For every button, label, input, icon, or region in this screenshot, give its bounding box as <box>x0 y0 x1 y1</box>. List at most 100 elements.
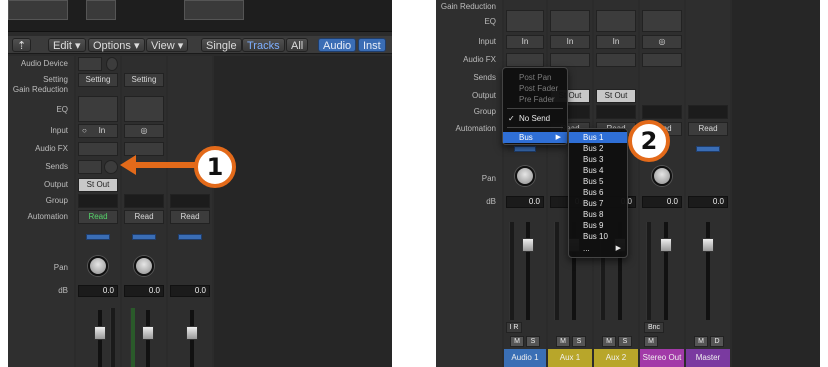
volume-fader-handle[interactable] <box>142 326 154 340</box>
automation-mode[interactable]: Read <box>688 122 728 136</box>
volume-fader-handle[interactable] <box>94 326 106 340</box>
volume-fader-handle[interactable] <box>186 326 198 340</box>
audio-fx-slot[interactable] <box>642 53 682 67</box>
link-icon[interactable] <box>132 234 156 240</box>
audio-device-slot[interactable] <box>78 57 102 71</box>
mute-button[interactable]: M <box>556 336 570 347</box>
audio-filter-button[interactable]: Audio <box>318 38 357 52</box>
inst-filter-button[interactable]: Inst <box>358 38 386 52</box>
all-button[interactable]: All <box>286 38 309 52</box>
view-menu[interactable]: View ▾ <box>146 38 189 52</box>
group-slot[interactable] <box>124 194 164 208</box>
input-slot[interactable]: ○ In <box>78 124 118 138</box>
submenu-arrow-icon: ▶ <box>555 134 561 141</box>
menu-item-no-send[interactable]: ✓ No Send <box>503 113 567 124</box>
automation-mode[interactable]: Read <box>78 210 118 224</box>
eq-display[interactable] <box>642 10 682 32</box>
input-slot[interactable]: In <box>596 35 636 49</box>
link-icon[interactable] <box>178 234 202 240</box>
tracks-button[interactable]: Tracks <box>242 38 285 52</box>
edit-menu[interactable]: Edit ▾ <box>48 38 86 52</box>
track-name[interactable]: Aux 1 <box>548 349 592 367</box>
setting-button[interactable]: Setting <box>78 73 118 87</box>
volume-fader-track <box>526 222 530 320</box>
menu-item-pre-fader[interactable]: Pre Fader <box>503 94 567 105</box>
input-slot[interactable]: In <box>550 35 590 49</box>
menu-item-bus-9[interactable]: Bus 9 <box>569 220 627 231</box>
audio-fx-slot[interactable] <box>506 53 544 67</box>
menu-item-bus-1[interactable]: Bus 1 <box>569 132 627 143</box>
label-pan: Pan <box>53 263 68 272</box>
track-name[interactable]: Stereo Out <box>640 349 684 367</box>
eq-display[interactable] <box>550 10 590 32</box>
menu-item-bus-6[interactable]: Bus 6 <box>569 187 627 198</box>
track-name[interactable]: Master <box>686 349 730 367</box>
input-slot[interactable]: ◎ <box>124 124 164 138</box>
group-slot[interactable] <box>170 194 210 208</box>
single-button[interactable]: Single <box>201 38 242 52</box>
dim-button[interactable]: D <box>710 336 724 347</box>
automation-mode[interactable]: Read <box>124 210 164 224</box>
pan-knob[interactable] <box>134 256 154 276</box>
level-meter <box>646 222 651 320</box>
menu-item-label: ... <box>583 244 590 253</box>
options-menu[interactable]: Options ▾ <box>88 38 145 52</box>
pan-knob[interactable] <box>652 166 672 186</box>
output-slot[interactable]: St Out <box>596 89 636 103</box>
group-slot[interactable] <box>78 194 118 208</box>
automation-mode[interactable]: Read <box>170 210 210 224</box>
mixer-toolbar: ⇡ Edit ▾ Options ▾ View ▾ Single Tracks … <box>8 36 392 54</box>
menu-item-bus-8[interactable]: Bus 8 <box>569 209 627 220</box>
mute-button[interactable]: M <box>694 336 708 347</box>
link-icon[interactable] <box>514 146 536 152</box>
menu-item-bus-5[interactable]: Bus 5 <box>569 176 627 187</box>
link-icon[interactable] <box>696 146 720 152</box>
audio-fx-slot[interactable] <box>550 53 590 67</box>
send-knob[interactable] <box>104 160 118 174</box>
setting-button[interactable]: Setting <box>124 73 164 87</box>
audio-fx-slot[interactable] <box>78 142 118 156</box>
group-slot[interactable] <box>596 105 636 119</box>
group-slot[interactable] <box>642 105 682 119</box>
channel-strip-stereo-out: ◎ Read 0.0 Bnc M Stereo Out <box>640 0 684 367</box>
input-slot[interactable]: ◎ <box>642 35 682 49</box>
volume-fader-handle[interactable] <box>702 238 714 252</box>
menu-item-bus-7[interactable]: Bus 7 <box>569 198 627 209</box>
mute-button[interactable]: M <box>510 336 524 347</box>
back-icon[interactable]: ⇡ <box>12 38 32 52</box>
solo-button[interactable]: S <box>618 336 632 347</box>
audio-fx-slot[interactable] <box>124 142 164 156</box>
menu-item-bus-10[interactable]: Bus 10 <box>569 231 627 242</box>
menu-item-more[interactable]: ... ▶ <box>569 243 627 254</box>
eq-display[interactable] <box>78 96 118 122</box>
track-name[interactable]: Audio 1 <box>504 349 546 367</box>
volume-fader-handle[interactable] <box>522 238 534 252</box>
mute-button[interactable]: M <box>602 336 616 347</box>
solo-button[interactable]: S <box>572 336 586 347</box>
group-slot[interactable] <box>688 105 728 119</box>
menu-item-post-pan[interactable]: Post Pan <box>503 72 567 83</box>
menu-item-bus[interactable]: Bus ▶ <box>503 132 567 143</box>
input-monitor-button[interactable]: I R <box>506 322 522 333</box>
menu-item-post-fader[interactable]: Post Fader <box>503 83 567 94</box>
eq-display[interactable] <box>124 96 164 122</box>
mute-button[interactable]: M <box>644 336 658 347</box>
pan-knob[interactable] <box>88 256 108 276</box>
eq-display[interactable] <box>506 10 544 32</box>
solo-button[interactable]: S <box>526 336 540 347</box>
audio-fx-slot[interactable] <box>596 53 636 67</box>
pan-knob[interactable] <box>515 166 535 186</box>
eq-display[interactable] <box>596 10 636 32</box>
power-icon[interactable] <box>106 57 118 71</box>
tracks-area <box>8 0 392 32</box>
volume-fader-handle[interactable] <box>660 238 672 252</box>
link-icon[interactable] <box>86 234 110 240</box>
menu-item-bus-2[interactable]: Bus 2 <box>569 143 627 154</box>
bounce-button[interactable]: Bnc <box>644 322 664 333</box>
send-slot[interactable] <box>78 160 102 174</box>
menu-item-bus-3[interactable]: Bus 3 <box>569 154 627 165</box>
menu-item-bus-4[interactable]: Bus 4 <box>569 165 627 176</box>
track-name[interactable]: Aux 2 <box>594 349 638 367</box>
input-slot[interactable]: In <box>506 35 544 49</box>
output-slot[interactable]: St Out <box>78 178 118 192</box>
